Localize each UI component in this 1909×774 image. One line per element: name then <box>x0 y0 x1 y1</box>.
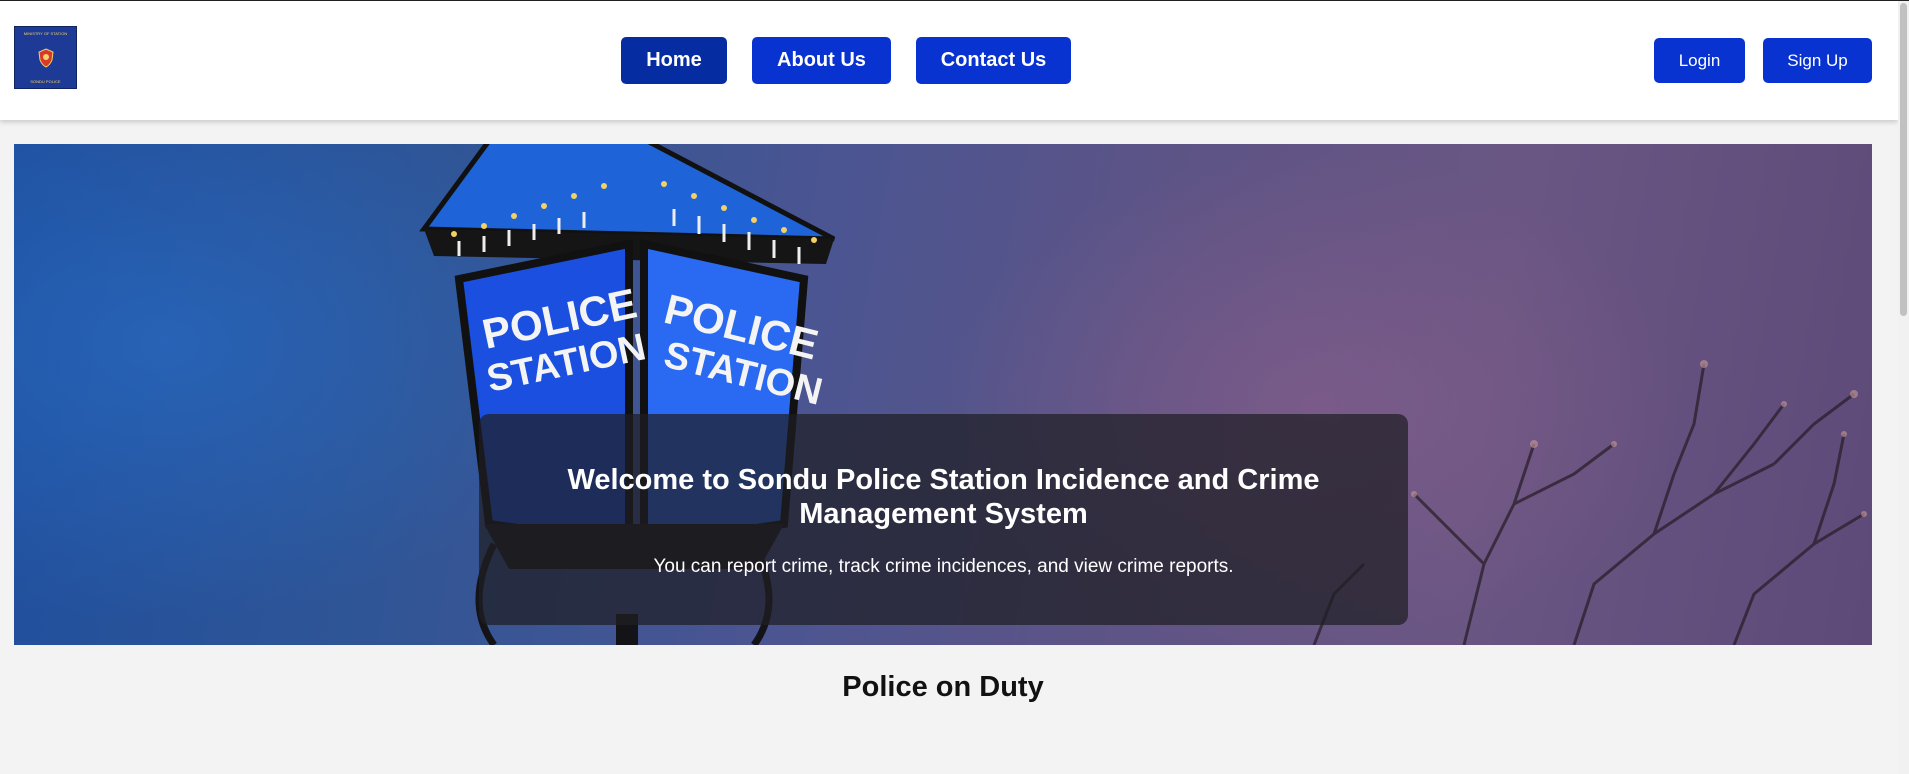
logo-top-text: MINISTRY OF STATION <box>23 31 68 36</box>
login-button[interactable]: Login <box>1654 38 1745 83</box>
hero-subtitle: You can report crime, track crime incide… <box>653 556 1234 577</box>
nav-home-button[interactable]: Home <box>621 37 727 84</box>
auth-buttons: Login Sign Up <box>1654 38 1872 83</box>
police-logo[interactable]: MINISTRY OF STATION SONDU POLICE <box>14 26 77 89</box>
page-scrollbar[interactable] <box>1898 1 1909 774</box>
site-header: MINISTRY OF STATION SONDU POLICE Home Ab… <box>0 1 1898 120</box>
main-nav: Home About Us Contact Us <box>621 37 1071 84</box>
logo-bottom-text: SONDU POLICE <box>30 79 61 84</box>
page: MINISTRY OF STATION SONDU POLICE Home Ab… <box>0 0 1909 774</box>
scrollbar-thumb[interactable] <box>1900 3 1907 316</box>
police-on-duty-heading: Police on Duty <box>842 671 1044 703</box>
hero-welcome-panel: Welcome to Sondu Police Station Incidenc… <box>479 414 1408 625</box>
police-emblem-icon <box>37 47 54 68</box>
signup-button[interactable]: Sign Up <box>1763 38 1872 83</box>
nav-contact-button[interactable]: Contact Us <box>916 37 1071 84</box>
nav-about-button[interactable]: About Us <box>752 37 891 84</box>
hero-title: Welcome to Sondu Police Station Incidenc… <box>567 464 1320 530</box>
hero-banner: POLICE STATION POLICE STATION Welcome to… <box>14 144 1872 645</box>
